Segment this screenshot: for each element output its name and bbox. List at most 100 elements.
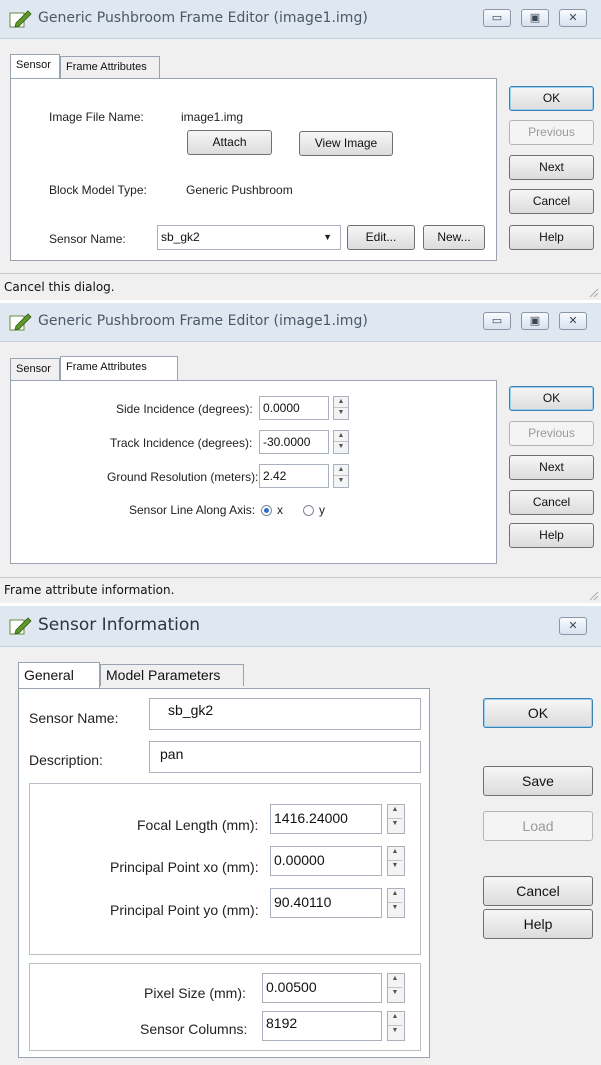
chevron-down-icon[interactable]: ▼: [323, 226, 332, 249]
edit-pencil-icon: [9, 617, 32, 635]
close-icon[interactable]: ✕: [559, 617, 587, 635]
spin-up-icon[interactable]: ▲: [388, 974, 402, 988]
tab-model-parameters[interactable]: Model Parameters: [100, 664, 244, 686]
tab-frame-attributes[interactable]: Frame Attributes: [60, 56, 160, 78]
description-input[interactable]: pan: [149, 741, 421, 773]
frame-editor-frame-attributes-dialog: Generic Pushbroom Frame Editor (image1.i…: [0, 303, 601, 603]
spin-down-icon[interactable]: ▼: [388, 988, 402, 1002]
side-incidence-input[interactable]: 0.0000: [259, 396, 329, 420]
edit-button[interactable]: Edit...: [347, 225, 415, 250]
next-button[interactable]: Next: [509, 455, 594, 480]
spin-up-icon[interactable]: ▲: [334, 431, 348, 442]
help-button[interactable]: Help: [509, 523, 594, 548]
edit-pencil-icon: [9, 313, 32, 331]
principal-point-yo-input[interactable]: 90.40110: [270, 888, 382, 918]
track-incidence-input[interactable]: -30.0000: [259, 430, 329, 454]
spin-down-icon[interactable]: ▼: [334, 476, 348, 487]
ok-button[interactable]: OK: [509, 86, 594, 111]
title-bar[interactable]: Generic Pushbroom Frame Editor (image1.i…: [0, 303, 601, 342]
pixel-group: Pixel Size (mm): 0.00500 ▲ ▼ Sensor Colum…: [29, 963, 421, 1051]
new-button[interactable]: New...: [423, 225, 485, 250]
image-file-name-value: image1.img: [181, 110, 244, 124]
side-incidence-spinner[interactable]: ▲ ▼: [333, 396, 349, 420]
pixel-size-label: Pixel Size (mm):: [144, 985, 246, 1001]
spin-down-icon[interactable]: ▼: [388, 1026, 402, 1040]
sensor-name-combobox[interactable]: sb_gk2 ▼: [157, 225, 341, 250]
focal-length-label: Focal Length (mm):: [137, 817, 259, 833]
principal-point-xo-label: Principal Point xo (mm):: [110, 859, 259, 875]
spin-down-icon[interactable]: ▼: [334, 442, 348, 453]
tab-frame-attributes[interactable]: Frame Attributes: [60, 356, 178, 380]
principal-point-xo-spinner[interactable]: ▲ ▼: [387, 846, 405, 876]
load-button[interactable]: Load: [483, 811, 593, 841]
ground-resolution-label: Ground Resolution (meters):: [107, 470, 259, 484]
sensor-name-label: Sensor Name:: [29, 710, 119, 726]
description-label: Description:: [29, 752, 103, 768]
spin-down-icon[interactable]: ▼: [388, 819, 402, 833]
spin-up-icon[interactable]: ▲: [388, 1012, 402, 1026]
principal-point-xo-input[interactable]: 0.00000: [270, 846, 382, 876]
save-button[interactable]: Save: [483, 766, 593, 796]
ok-button[interactable]: OK: [483, 698, 593, 728]
minimize-icon[interactable]: ▭: [483, 9, 511, 27]
spin-up-icon[interactable]: ▲: [388, 889, 402, 903]
help-button[interactable]: Help: [509, 225, 594, 250]
sensor-name-label: Sensor Name:: [49, 232, 126, 246]
sensor-columns-input[interactable]: 8192: [262, 1011, 382, 1041]
ok-button[interactable]: OK: [509, 386, 594, 411]
block-model-type-value: Generic Pushbroom: [186, 183, 293, 197]
cancel-button[interactable]: Cancel: [509, 490, 594, 515]
spin-down-icon[interactable]: ▼: [388, 861, 402, 875]
tab-sensor[interactable]: Sensor: [10, 54, 60, 78]
tab-general[interactable]: General: [18, 662, 100, 688]
view-image-button[interactable]: View Image: [299, 131, 393, 156]
sensor-tab-panel: Image File Name: image1.img Attach View …: [10, 78, 497, 261]
sensor-columns-spinner[interactable]: ▲ ▼: [387, 1011, 405, 1041]
resize-grip-icon[interactable]: [589, 591, 599, 601]
focal-length-input[interactable]: 1416.24000: [270, 804, 382, 834]
resize-grip-icon[interactable]: [589, 288, 599, 298]
previous-button[interactable]: Previous: [509, 120, 594, 145]
axis-y-radio[interactable]: [303, 505, 314, 516]
focal-principal-group: Focal Length (mm): 1416.24000 ▲ ▼ Princip…: [29, 783, 421, 955]
help-button[interactable]: Help: [483, 909, 593, 939]
spin-down-icon[interactable]: ▼: [334, 408, 348, 419]
close-icon[interactable]: ✕: [559, 9, 587, 27]
title-bar[interactable]: Generic Pushbroom Frame Editor (image1.i…: [0, 0, 601, 39]
ground-resolution-input[interactable]: 2.42: [259, 464, 329, 488]
status-bar: Cancel this dialog.: [0, 273, 601, 300]
previous-button[interactable]: Previous: [509, 421, 594, 446]
status-text: Cancel this dialog.: [4, 280, 115, 294]
next-button[interactable]: Next: [509, 155, 594, 180]
cancel-button[interactable]: Cancel: [509, 189, 594, 214]
track-incidence-spinner[interactable]: ▲ ▼: [333, 430, 349, 454]
sensor-name-input[interactable]: sb_gk2: [149, 698, 421, 730]
image-file-name-label: Image File Name:: [49, 110, 144, 124]
axis-x-label: x: [277, 503, 283, 517]
status-bar: Frame attribute information.: [0, 577, 601, 603]
pixel-size-input[interactable]: 0.00500: [262, 973, 382, 1003]
spin-up-icon[interactable]: ▲: [388, 847, 402, 861]
principal-point-yo-label: Principal Point yo (mm):: [110, 902, 259, 918]
focal-length-spinner[interactable]: ▲ ▼: [387, 804, 405, 834]
cancel-button[interactable]: Cancel: [483, 876, 593, 906]
spin-up-icon[interactable]: ▲: [388, 805, 402, 819]
pixel-size-spinner[interactable]: ▲ ▼: [387, 973, 405, 1003]
window-title: Sensor Information: [38, 615, 201, 635]
maximize-icon[interactable]: ▣: [521, 312, 549, 330]
frame-editor-sensor-dialog: Generic Pushbroom Frame Editor (image1.i…: [0, 0, 601, 300]
ground-resolution-spinner[interactable]: ▲ ▼: [333, 464, 349, 488]
maximize-icon[interactable]: ▣: [521, 9, 549, 27]
attach-button[interactable]: Attach: [187, 130, 272, 155]
tab-sensor[interactable]: Sensor: [10, 358, 60, 380]
sensor-name-selected: sb_gk2: [161, 230, 200, 244]
axis-x-radio[interactable]: [261, 505, 272, 516]
sensor-line-axis-label: Sensor Line Along Axis:: [129, 503, 256, 517]
minimize-icon[interactable]: ▭: [483, 312, 511, 330]
spin-up-icon[interactable]: ▲: [334, 397, 348, 408]
title-bar[interactable]: Sensor Information ✕: [0, 606, 601, 647]
close-icon[interactable]: ✕: [559, 312, 587, 330]
spin-down-icon[interactable]: ▼: [388, 903, 402, 917]
spin-up-icon[interactable]: ▲: [334, 465, 348, 476]
principal-point-yo-spinner[interactable]: ▲ ▼: [387, 888, 405, 918]
